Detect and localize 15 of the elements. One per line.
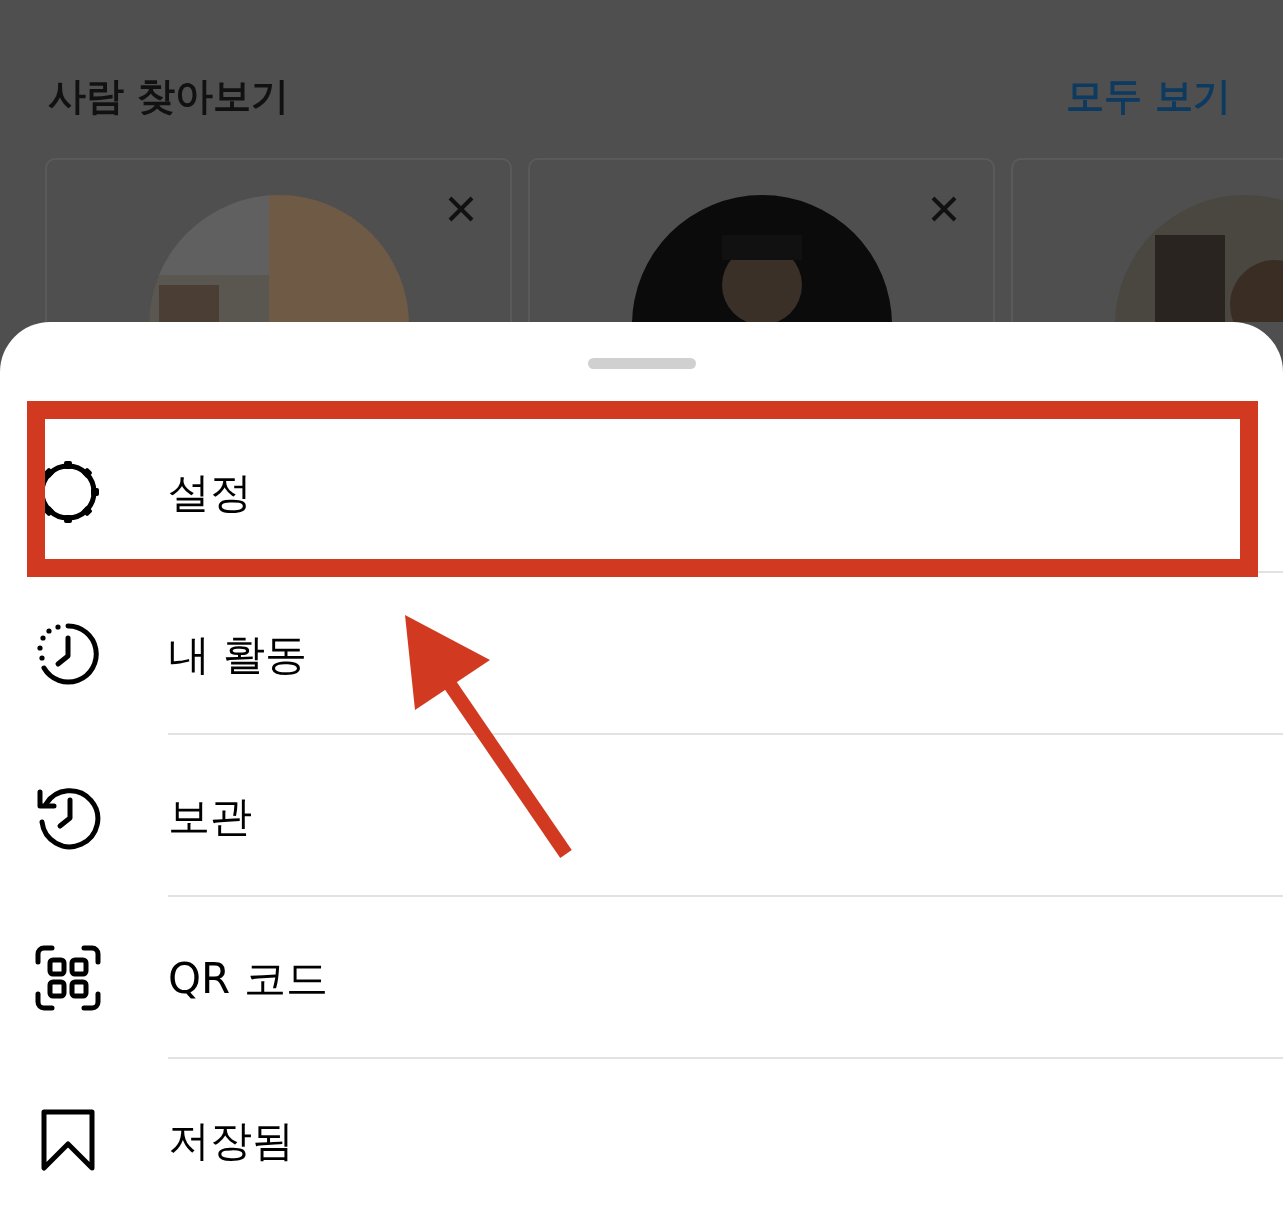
menu-item[interactable]: 내 활동	[0, 573, 1283, 735]
qr-code-icon	[34, 944, 102, 1012]
menu-item[interactable]: QR 코드	[0, 897, 1283, 1059]
menu-label: QR 코드	[168, 952, 328, 1005]
menu-label: 설정	[168, 466, 252, 519]
menu-label: 저장됨	[168, 1114, 294, 1167]
menu-item[interactable]: 설정	[0, 411, 1283, 573]
menu-label: 보관	[168, 790, 252, 843]
menu-item[interactable]: 보관	[0, 735, 1283, 897]
close-icon[interactable]	[446, 194, 476, 224]
sheet-handle[interactable]	[587, 358, 696, 369]
section-title: 사람 찾아보기	[48, 73, 290, 120]
menu-label: 내 활동	[168, 628, 308, 681]
menu-item[interactable]: 저장됨	[0, 1059, 1283, 1210]
close-icon[interactable]	[929, 194, 959, 224]
